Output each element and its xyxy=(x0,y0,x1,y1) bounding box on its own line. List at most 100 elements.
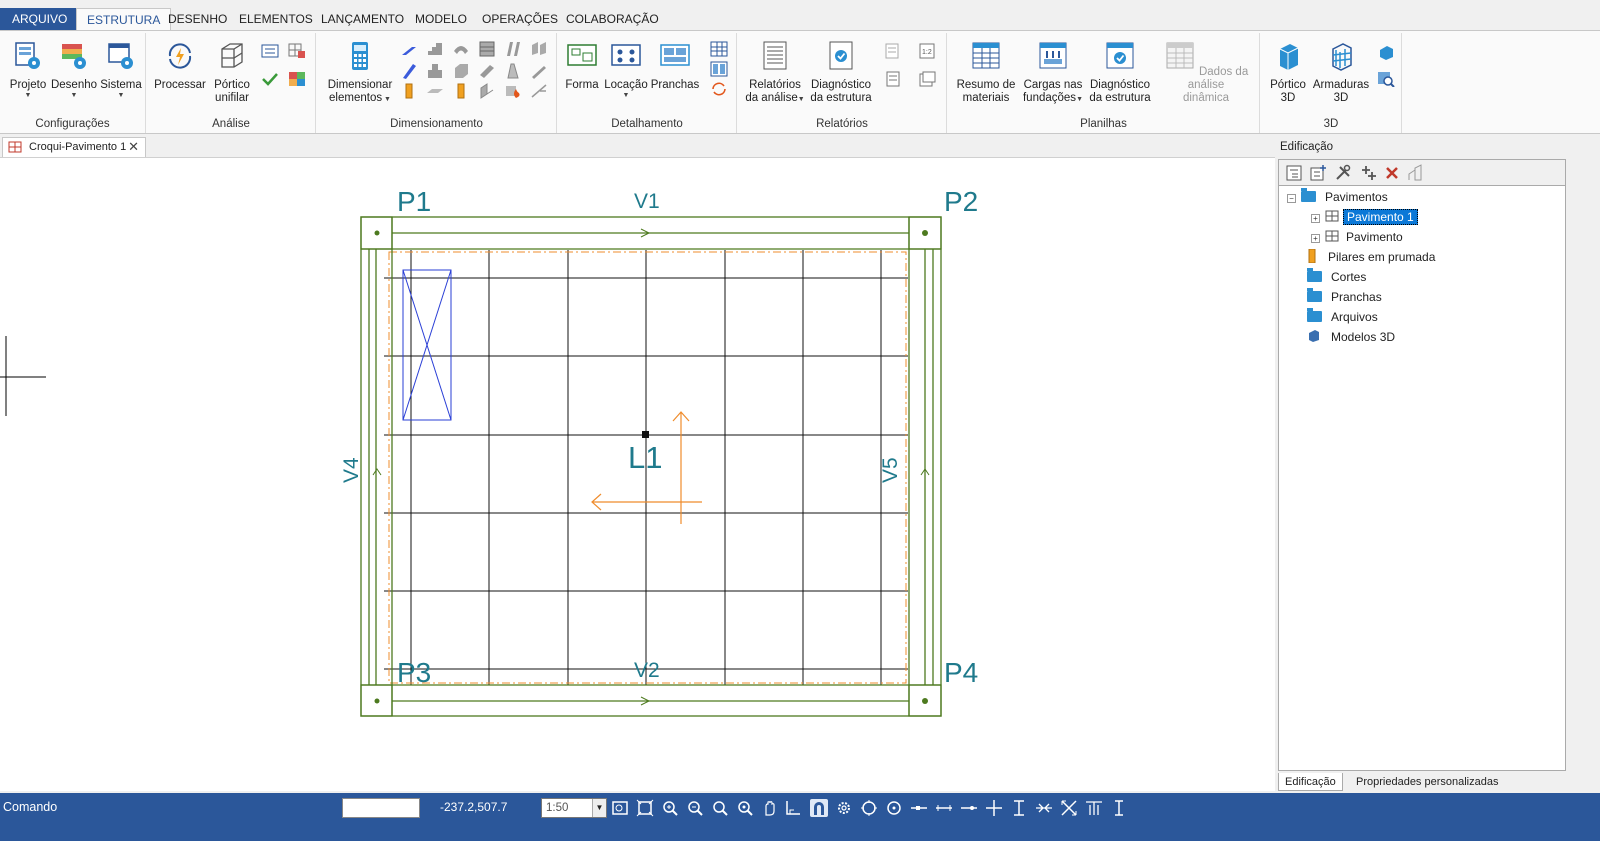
pillar-orange2-icon[interactable] xyxy=(452,83,470,99)
zoom-window-icon[interactable] xyxy=(611,799,629,817)
nearest-snap-icon[interactable] xyxy=(960,799,978,817)
zoom-out-icon[interactable] xyxy=(686,799,704,817)
scale-select[interactable]: 1:50 ▼ xyxy=(541,798,607,818)
tab-colaboracao[interactable]: COLABORAÇÃO xyxy=(556,8,669,30)
cross-snap-icon[interactable] xyxy=(1060,799,1078,817)
expand-icon[interactable]: + xyxy=(1311,214,1320,223)
portico-3d-button[interactable]: Pórtico 3D xyxy=(1265,41,1311,105)
tree-node-cortes[interactable]: Cortes xyxy=(1307,268,1369,286)
sistema-button[interactable]: Sistema ▼ xyxy=(98,41,144,100)
snap-magnet-icon[interactable] xyxy=(810,799,828,817)
check-arrows-icon[interactable] xyxy=(261,71,279,87)
vertical-snap-icon[interactable] xyxy=(1110,799,1128,817)
endpoint-snap-icon[interactable] xyxy=(910,799,928,817)
ortho-icon[interactable] xyxy=(784,799,802,817)
wedge-icon[interactable] xyxy=(504,63,522,79)
block-icon[interactable] xyxy=(452,63,470,79)
foundation-icon[interactable] xyxy=(426,63,444,79)
diagnostico-estrutura-button[interactable]: Diagnóstico da estrutura xyxy=(808,41,874,105)
wall-grid-icon[interactable] xyxy=(478,41,496,57)
dimensionar-elementos-button[interactable]: Dimensionar elementos ▼ xyxy=(323,41,397,105)
zoom-model-icon[interactable] xyxy=(1377,71,1395,87)
drawing-canvas[interactable]: P1 P2 P3 P4 V1 V2 V4 V5 L1 xyxy=(0,157,1275,791)
collapse-icon[interactable]: − xyxy=(1287,194,1296,203)
curved-beam-icon[interactable] xyxy=(452,41,470,57)
refresh-icon[interactable] xyxy=(710,81,728,97)
settings-icon[interactable] xyxy=(835,799,853,817)
zoom-in-icon[interactable] xyxy=(661,799,679,817)
number-doc-icon[interactable]: 1:2 xyxy=(918,43,936,59)
cargas-fundacoes-button[interactable]: Cargas nas fundações▼ xyxy=(1020,41,1086,105)
resumo-materiais-button[interactable]: Resumo de materiais xyxy=(952,41,1020,105)
tree-node-pavimento[interactable]: + Pavimento xyxy=(1311,228,1406,246)
zoom-previous-icon[interactable] xyxy=(711,799,729,817)
tools-icon[interactable] xyxy=(1334,164,1352,182)
grid-check-icon[interactable] xyxy=(288,43,306,59)
diagnostico-planilha-button[interactable]: Diagnóstico da estrutura xyxy=(1086,41,1154,105)
tree-node-pranchas[interactable]: Pranchas xyxy=(1307,288,1385,306)
armaduras-3d-button[interactable]: Armaduras 3D xyxy=(1311,41,1371,105)
expand-icon[interactable]: + xyxy=(1311,234,1320,243)
sheet-doc-icon[interactable] xyxy=(884,71,902,87)
tab-operacoes[interactable]: OPERAÇÕES xyxy=(472,8,568,30)
pen-icon[interactable] xyxy=(530,63,548,79)
tab-arquivo[interactable]: ARQUIVO xyxy=(0,8,80,30)
circle-snap-icon[interactable] xyxy=(860,799,878,817)
tangent-snap-icon[interactable] xyxy=(1085,799,1103,817)
small-cube-icon[interactable] xyxy=(1377,45,1395,61)
intersection-snap-icon[interactable] xyxy=(985,799,1003,817)
slab-flat-icon[interactable] xyxy=(426,83,444,99)
corner-icon[interactable] xyxy=(478,83,496,99)
tab-propriedades-personalizadas[interactable]: Propriedades personalizadas xyxy=(1350,773,1504,791)
tab-edificacao[interactable]: Edificação xyxy=(1278,773,1343,791)
fire-icon[interactable] xyxy=(504,83,522,99)
tree-node-pavimentos[interactable]: − Pavimentos xyxy=(1287,188,1391,206)
diagonal-beam-icon[interactable] xyxy=(478,63,496,79)
tree-node-pavimento-1[interactable]: + Pavimento 1 xyxy=(1311,208,1418,226)
bar-blue-icon[interactable] xyxy=(400,63,418,79)
add-floor-icon[interactable] xyxy=(1309,164,1327,182)
beam-blue-icon[interactable] xyxy=(400,43,418,59)
list-icon[interactable] xyxy=(261,43,279,59)
locacao-button[interactable]: Locação ▼ xyxy=(602,41,650,100)
panel-icon[interactable] xyxy=(530,41,548,57)
center-snap-icon[interactable] xyxy=(885,799,903,817)
chevron-down-icon[interactable]: ▼ xyxy=(592,799,606,817)
zoom-extents-icon[interactable] xyxy=(636,799,654,817)
midpoint-snap-icon[interactable] xyxy=(935,799,953,817)
forma-button[interactable]: Forma xyxy=(562,41,602,92)
close-icon[interactable]: ✕ xyxy=(128,138,139,156)
portico-unifilar-button[interactable]: Pórtico unifilar xyxy=(207,41,257,105)
tab-lancamento[interactable]: LANÇAMENTO xyxy=(311,8,414,30)
tree-node-pilares[interactable]: Pilares em prumada xyxy=(1307,248,1438,266)
command-input[interactable] xyxy=(342,798,420,818)
processar-button[interactable]: Processar xyxy=(153,41,207,92)
tab-desenho[interactable]: DESENHO xyxy=(158,8,237,30)
text-doc-icon[interactable] xyxy=(884,43,902,59)
relatorios-analise-button[interactable]: Relatórios da análise▼ xyxy=(742,41,808,105)
building-icon[interactable] xyxy=(1407,164,1425,182)
tree-node-arquivos[interactable]: Arquivos xyxy=(1307,308,1381,326)
slab-center-marker[interactable] xyxy=(642,431,649,438)
desenho-button[interactable]: Desenho ▼ xyxy=(50,41,98,100)
stair-icon[interactable] xyxy=(426,41,444,57)
pranchas-button[interactable]: Pranchas xyxy=(650,41,700,92)
add-multiple-icon[interactable] xyxy=(1359,164,1377,182)
perpendicular-snap-icon[interactable] xyxy=(1010,799,1028,817)
tree-view-icon[interactable] xyxy=(1285,164,1303,182)
pan-icon[interactable] xyxy=(760,799,778,817)
tree-node-modelos-3d[interactable]: Modelos 3D xyxy=(1307,328,1398,346)
zoom-realtime-icon[interactable] xyxy=(736,799,754,817)
stack-doc-icon[interactable] xyxy=(918,71,936,87)
dados-analise-dinamica-button[interactable]: Dados da análise dinâmica xyxy=(1156,41,1256,105)
tab-modelo[interactable]: MODELO xyxy=(405,8,477,30)
tab-elementos[interactable]: ELEMENTOS xyxy=(229,8,323,30)
document-tab[interactable]: Croqui-Pavimento 1 ✕ xyxy=(2,137,146,157)
split-view-icon[interactable] xyxy=(710,61,728,77)
column-twin-icon[interactable] xyxy=(504,41,522,57)
pillar-orange-icon[interactable] xyxy=(400,83,418,99)
drawing-svg[interactable]: P1 P2 P3 P4 V1 V2 V4 V5 L1 xyxy=(0,158,1275,792)
delete-icon[interactable] xyxy=(1383,164,1401,182)
colored-grid-icon[interactable] xyxy=(288,71,306,87)
line-tool-icon[interactable] xyxy=(530,83,548,99)
